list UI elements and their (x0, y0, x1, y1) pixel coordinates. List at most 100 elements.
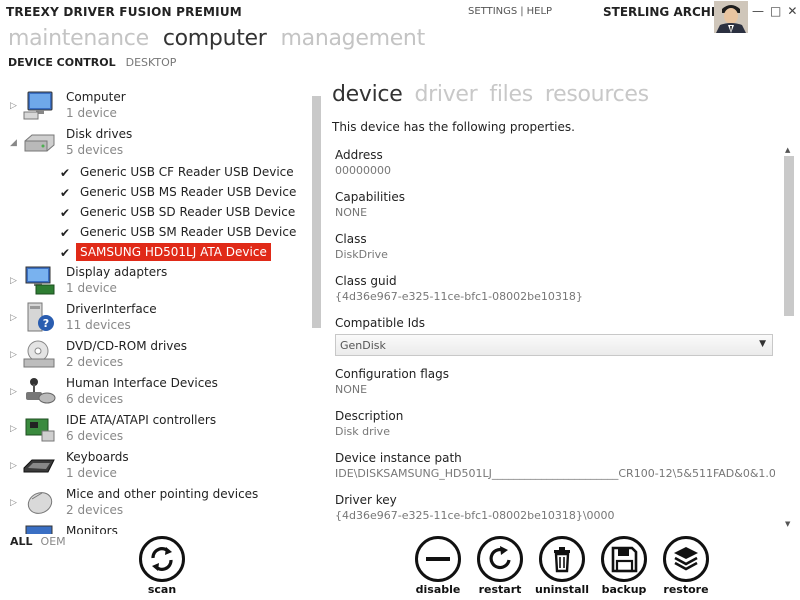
restore-button[interactable]: restore (659, 536, 713, 598)
scroll-thumb[interactable] (784, 156, 794, 316)
tree-node-keyboards[interactable]: ▷ Keyboards 1 device (0, 448, 300, 485)
tree-node-monitors[interactable]: ▷ Monitors (0, 522, 300, 534)
scroll-up-icon[interactable]: ▲ (785, 146, 790, 154)
filter-oem[interactable]: OEM (41, 535, 66, 548)
scan-button[interactable]: scan (135, 536, 189, 598)
nav-computer[interactable]: computer (163, 26, 267, 51)
device-label: Generic USB CF Reader USB Device (80, 165, 294, 179)
device-filter: ALL OEM (10, 535, 66, 548)
tree-node-ide-controllers[interactable]: ▷ IDE ATA/ATAPI controllers 6 devices (0, 411, 300, 448)
user-name[interactable]: STERLING ARCHER (603, 5, 728, 19)
tree-node-count: 1 device (66, 281, 117, 295)
expand-icon[interactable]: ▷ (10, 498, 17, 508)
property-value: 00000000 (335, 164, 391, 177)
trash-icon (539, 536, 585, 582)
expand-icon[interactable]: ▷ (10, 424, 17, 434)
device-label: Generic USB SD Reader USB Device (80, 205, 296, 219)
device-label: Generic USB SM Reader USB Device (80, 225, 297, 239)
driver-interface-icon: ? (22, 302, 56, 332)
chevron-down-icon[interactable]: ▼ (759, 339, 766, 349)
settings-link[interactable]: SETTINGS (468, 6, 517, 17)
tree-scrollbar[interactable] (312, 96, 321, 328)
tree-node-disk-drives[interactable]: ◢ Disk drives 5 devices (0, 125, 300, 162)
check-icon[interactable]: ✔ (60, 246, 70, 260)
disable-label: disable (415, 583, 461, 596)
property-configuration-flags: Configuration flags NONE (335, 367, 775, 396)
tree-node-name: Keyboards (66, 450, 129, 464)
check-icon[interactable]: ✔ (60, 226, 70, 240)
tab-files[interactable]: files (489, 82, 533, 107)
property-value: DiskDrive (335, 248, 388, 261)
tree-node-name: DriverInterface (66, 302, 157, 316)
filter-all[interactable]: ALL (10, 535, 33, 548)
computer-icon (22, 90, 56, 120)
expand-icon[interactable]: ▷ (10, 313, 17, 323)
minimize-icon[interactable]: — (752, 4, 764, 18)
device-item[interactable]: ✔ Generic USB SD Reader USB Device (60, 203, 300, 223)
check-icon[interactable]: ✔ (60, 206, 70, 220)
properties-list: Address 00000000 Capabilities NONE Class… (332, 146, 778, 530)
detail-tabs: device driver files resources (332, 82, 649, 107)
scan-icon (139, 536, 185, 582)
tree-node-driverinterface[interactable]: ▷ ? DriverInterface 11 devices (0, 300, 300, 337)
tab-device[interactable]: device (332, 82, 403, 107)
expand-icon[interactable]: ▷ (10, 461, 17, 471)
tree-node-hid[interactable]: ▷ Human Interface Devices 6 devices (0, 374, 300, 411)
tree-node-count: 6 devices (66, 429, 124, 443)
mouse-icon (22, 487, 56, 517)
device-item[interactable]: ✔ Generic USB SM Reader USB Device (60, 223, 300, 243)
layers-icon (663, 536, 709, 582)
tree-node-name: Display adapters (66, 265, 168, 279)
window-controls: — □ ✕ (752, 4, 797, 18)
disable-button[interactable]: disable (411, 536, 465, 598)
expand-icon[interactable]: ▷ (10, 350, 17, 360)
property-compatible-ids: Compatible Ids GenDisk ▼ (335, 316, 775, 356)
scroll-down-icon[interactable]: ▼ (785, 520, 790, 528)
subnav-desktop[interactable]: DESKTOP (126, 56, 177, 69)
properties-scrollbar[interactable]: ▲ ▼ (783, 146, 795, 528)
monitor-icon (22, 524, 56, 534)
check-icon[interactable]: ✔ (60, 186, 70, 200)
save-icon (601, 536, 647, 582)
property-class-guid: Class guid {4d36e967-e325-11ce-bfc1-0800… (335, 274, 775, 303)
restart-button[interactable]: restart (473, 536, 527, 598)
tree-node-count: 1 device (66, 466, 117, 480)
property-label: Description (335, 409, 404, 423)
tree-node-display-adapters[interactable]: ▷ Display adapters 1 device (0, 263, 300, 300)
maximize-icon[interactable]: □ (770, 4, 781, 18)
close-icon[interactable]: ✕ (787, 4, 797, 18)
nav-management[interactable]: management (281, 26, 426, 51)
expand-icon[interactable]: ▷ (10, 276, 17, 286)
restart-label: restart (478, 583, 522, 596)
property-label: Capabilities (335, 190, 405, 204)
subnav-device-control[interactable]: DEVICE CONTROL (8, 56, 116, 69)
properties-intro: This device has the following properties… (332, 120, 575, 134)
tab-driver[interactable]: driver (414, 82, 477, 107)
check-icon[interactable]: ✔ (60, 166, 70, 180)
device-item[interactable]: ✔ Generic USB MS Reader USB Device (60, 183, 300, 203)
device-item-selected[interactable]: ✔ SAMSUNG HD501LJ ATA Device (60, 243, 300, 263)
tab-resources[interactable]: resources (545, 82, 649, 107)
device-item[interactable]: ✔ Generic USB CF Reader USB Device (60, 163, 300, 183)
property-label: Address (335, 148, 383, 162)
backup-button[interactable]: backup (597, 536, 651, 598)
expand-icon[interactable]: ▷ (10, 101, 17, 111)
property-class: Class DiskDrive (335, 232, 775, 261)
tree-node-dvd-cdrom[interactable]: ▷ DVD/CD-ROM drives 2 devices (0, 337, 300, 374)
collapse-icon[interactable]: ◢ (10, 138, 17, 148)
property-value: {4d36e967-e325-11ce-bfc1-08002be10318}\0… (335, 509, 615, 522)
compatible-ids-select[interactable]: GenDisk ▼ (335, 334, 773, 356)
nav-maintenance[interactable]: maintenance (8, 26, 149, 51)
help-link[interactable]: HELP (527, 6, 552, 17)
uninstall-button[interactable]: uninstall (535, 536, 589, 598)
select-value: GenDisk (340, 339, 386, 352)
property-label: Device instance path (335, 451, 462, 465)
tree-node-mice[interactable]: ▷ Mice and other pointing devices 2 devi… (0, 485, 300, 522)
tree-node-computer[interactable]: ▷ Computer 1 device (0, 88, 300, 125)
tree-node-name: DVD/CD-ROM drives (66, 339, 188, 353)
tree-node-name: Monitors (66, 524, 118, 534)
backup-label: backup (601, 583, 647, 596)
expand-icon[interactable]: ▷ (10, 387, 17, 397)
avatar[interactable] (714, 1, 748, 33)
keyboard-icon (22, 450, 56, 480)
